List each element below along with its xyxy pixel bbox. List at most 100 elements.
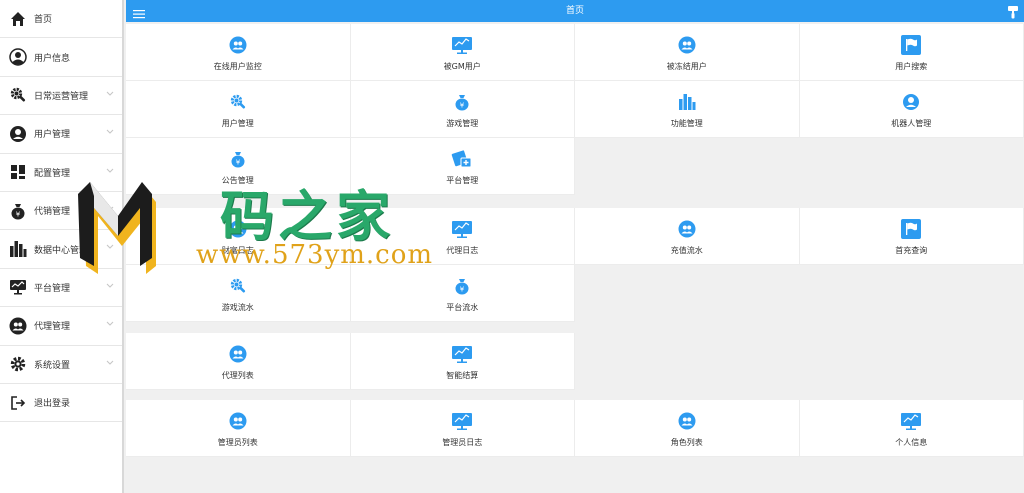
tile-label: 用户搜索 bbox=[895, 62, 928, 71]
gear-icon bbox=[9, 355, 27, 373]
page-title: 首页 bbox=[565, 6, 584, 16]
users-icon bbox=[676, 34, 698, 56]
dashboard-tile[interactable]: 代理列表 bbox=[126, 333, 351, 390]
flag-icon bbox=[900, 34, 922, 56]
panel-data-center: 财富日志 代理日志 充值流水 首充查询游戏流水 ¥ 平台流水 bbox=[126, 208, 1024, 322]
tile-label: 被GM用户 bbox=[443, 62, 481, 71]
sidebar-item-label: 用户管理 bbox=[34, 130, 71, 141]
chart-icon bbox=[451, 343, 473, 365]
panel-system: 管理员列表 管理员日志 角色列表 个人信息 bbox=[126, 400, 1024, 457]
users-icon bbox=[227, 410, 249, 432]
dashboard-tile[interactable]: 游戏流水 bbox=[126, 265, 351, 322]
svg-text:¥: ¥ bbox=[236, 159, 241, 167]
sidebar-item[interactable]: 数据中心管理 bbox=[0, 230, 122, 269]
money-bag-icon: ¥ bbox=[9, 202, 27, 220]
chevron-down-icon bbox=[106, 360, 114, 366]
chevron-down-icon bbox=[106, 206, 114, 212]
sidebar-item-label: 配置管理 bbox=[34, 168, 71, 179]
sidebar-item-label: 代理管理 bbox=[34, 322, 71, 333]
money-bag-icon: ¥ bbox=[227, 148, 249, 170]
gear-wrench-icon bbox=[9, 86, 27, 104]
tile-label: 代理列表 bbox=[221, 371, 254, 380]
dashboard-tile[interactable]: 管理员日志 bbox=[350, 400, 575, 457]
dashboard-tile[interactable]: ¥ 公告管理 bbox=[126, 138, 351, 195]
chevron-down-icon bbox=[106, 129, 114, 135]
dashboard-tile[interactable]: 机器人管理 bbox=[799, 81, 1024, 138]
dashboard-tile[interactable]: 被GM用户 bbox=[350, 24, 575, 81]
sidebar-item[interactable]: ¥ 代销管理 bbox=[0, 192, 122, 231]
tile-label: 智能结算 bbox=[446, 371, 479, 380]
user-circle-icon bbox=[9, 48, 27, 66]
top-bar: 首页 bbox=[126, 0, 1024, 22]
chevron-down-icon bbox=[106, 244, 114, 250]
gear-wrench-icon bbox=[227, 91, 249, 113]
flag-icon bbox=[900, 218, 922, 240]
users-icon bbox=[676, 218, 698, 240]
sidebar-item-label: 用户信息 bbox=[34, 53, 71, 64]
card-icon bbox=[451, 148, 473, 170]
tile-label: 被冻结用户 bbox=[666, 62, 707, 71]
sidebar-item-label: 首页 bbox=[34, 15, 53, 26]
sidebar-item[interactable]: 首页 bbox=[0, 0, 122, 39]
sidebar-item-label: 系统设置 bbox=[34, 360, 71, 371]
dashboard-tile[interactable]: 首充查询 bbox=[799, 208, 1024, 265]
dashboard-tile[interactable]: 平台管理 bbox=[350, 138, 575, 195]
tile-label: 首充查询 bbox=[895, 246, 928, 255]
sidebar-item[interactable]: 配置管理 bbox=[0, 154, 122, 192]
sidebar-item[interactable]: 用户管理 bbox=[0, 115, 122, 154]
sidebar-item[interactable]: 平台管理 bbox=[0, 269, 122, 308]
sidebar-item[interactable]: 用户信息 bbox=[0, 38, 122, 77]
users-icon bbox=[227, 218, 249, 240]
users-icon bbox=[9, 317, 27, 335]
sidebar-item[interactable]: 退出登录 bbox=[0, 384, 122, 423]
money-bag-icon: ¥ bbox=[451, 91, 473, 113]
empty-cell bbox=[799, 333, 1024, 390]
tile-label: 用户管理 bbox=[221, 119, 254, 128]
chevron-down-icon bbox=[106, 168, 114, 174]
brush-icon[interactable] bbox=[1007, 4, 1019, 19]
tile-label: 在线用户监控 bbox=[213, 62, 262, 71]
tile-label: 管理员日志 bbox=[442, 438, 483, 447]
user-icon bbox=[900, 91, 922, 113]
dashboard-tile[interactable]: 被冻结用户 bbox=[575, 24, 800, 81]
bar-chart-icon bbox=[9, 240, 27, 258]
dashboard-tile[interactable]: 在线用户监控 bbox=[126, 24, 351, 81]
dashboard-tile[interactable]: 代理日志 bbox=[350, 208, 575, 265]
svg-text:¥: ¥ bbox=[460, 102, 465, 110]
sidebar-item[interactable]: 日常运营管理 bbox=[0, 77, 122, 116]
panel-daily-ops: 在线用户监控 被GM用户 被冻结用户 用户搜索用户管理 ¥ 游戏管理 功能管理 机器人管理 ¥ 公… bbox=[126, 24, 1024, 195]
panel-agent: 代理列表 智能结算 bbox=[126, 333, 1024, 390]
users-icon bbox=[227, 34, 249, 56]
dashboard-tile[interactable]: 用户管理 bbox=[126, 81, 351, 138]
empty-cell bbox=[575, 333, 800, 390]
dashboard-tile[interactable]: 个人信息 bbox=[799, 400, 1024, 457]
users-icon bbox=[676, 410, 698, 432]
dashboard-tile[interactable]: 管理员列表 bbox=[126, 400, 351, 457]
sidebar-item-label: 日常运营管理 bbox=[34, 91, 89, 102]
dashboard-tile[interactable]: 充值流水 bbox=[575, 208, 800, 265]
dashboard-tile[interactable]: 功能管理 bbox=[575, 81, 800, 138]
sidebar-item[interactable]: 代理管理 bbox=[0, 307, 122, 346]
svg-text:¥: ¥ bbox=[16, 210, 21, 218]
dashboard-tile[interactable]: ¥ 游戏管理 bbox=[350, 81, 575, 138]
dashboard-tile[interactable]: 智能结算 bbox=[350, 333, 575, 390]
sidebar-item[interactable]: 系统设置 bbox=[0, 346, 122, 384]
sidebar: 首页用户信息日常运营管理 用户管理配置管理 ¥ 代销管理数据中心管理平台管理代理管理系… bbox=[0, 0, 124, 493]
dashboard-tile[interactable]: 角色列表 bbox=[575, 400, 800, 457]
chart-icon bbox=[451, 34, 473, 56]
chart-icon bbox=[451, 410, 473, 432]
grid-icon bbox=[9, 163, 27, 181]
tile-label: 管理员列表 bbox=[217, 438, 258, 447]
tile-label: 平台管理 bbox=[446, 176, 479, 185]
dashboard-tile[interactable]: ¥ 平台流水 bbox=[350, 265, 575, 322]
sidebar-item-label: 代销管理 bbox=[34, 207, 71, 218]
chevron-down-icon bbox=[106, 321, 114, 327]
chart-icon bbox=[900, 410, 922, 432]
tile-label: 充值流水 bbox=[670, 246, 703, 255]
sidebar-item-label: 数据中心管理 bbox=[34, 245, 89, 256]
tile-label: 游戏管理 bbox=[446, 119, 479, 128]
dashboard-tile[interactable]: 用户搜索 bbox=[799, 24, 1024, 81]
chevron-down-icon bbox=[106, 91, 114, 97]
monitor-icon bbox=[9, 278, 27, 296]
dashboard-tile[interactable]: 财富日志 bbox=[126, 208, 351, 265]
